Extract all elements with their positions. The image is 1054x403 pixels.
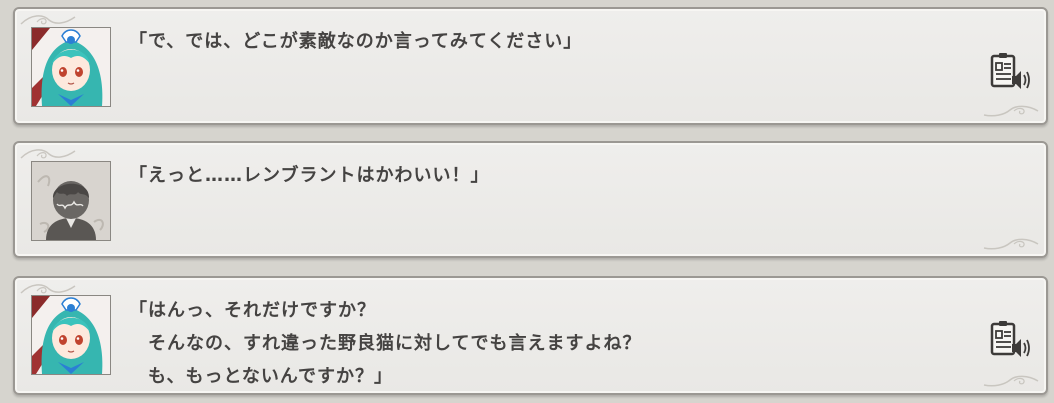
log-entry: 「で、では、どこが素敵なのか言ってみてください」 (13, 7, 1048, 125)
log-entry: 「はんっ、それだけですか？ そんなの、すれ違った野良猫に対してでも言えますよね？… (13, 276, 1048, 395)
dialogue-text: 「えっと……レンブラントはかわいい！」 (129, 165, 490, 186)
dialogue-text: 「で、では、どこが素敵なのか言ってみてください」 (129, 31, 583, 52)
dialogue-text: 「はんっ、それだけですか？ そんなの、すれ違った野良猫に対してでも言えますよね？… (129, 300, 642, 387)
log-entry: 「えっと……レンブラントはかわいい！」 (13, 141, 1048, 258)
voice-replay-icon[interactable] (988, 320, 1032, 360)
backlog-list: 「で、では、どこが素敵なのか言ってみてください」 「えっと……レンブラントはかわ… (0, 0, 1054, 403)
character-portrait (31, 27, 111, 107)
corner-flourish-icon (983, 375, 1039, 387)
character-portrait (31, 295, 111, 375)
corner-flourish-icon (983, 105, 1039, 117)
corner-flourish-icon (20, 149, 76, 159)
voice-replay-icon[interactable] (988, 52, 1032, 92)
corner-flourish-icon (983, 238, 1039, 250)
corner-flourish-icon (20, 15, 76, 25)
character-portrait (31, 161, 111, 241)
